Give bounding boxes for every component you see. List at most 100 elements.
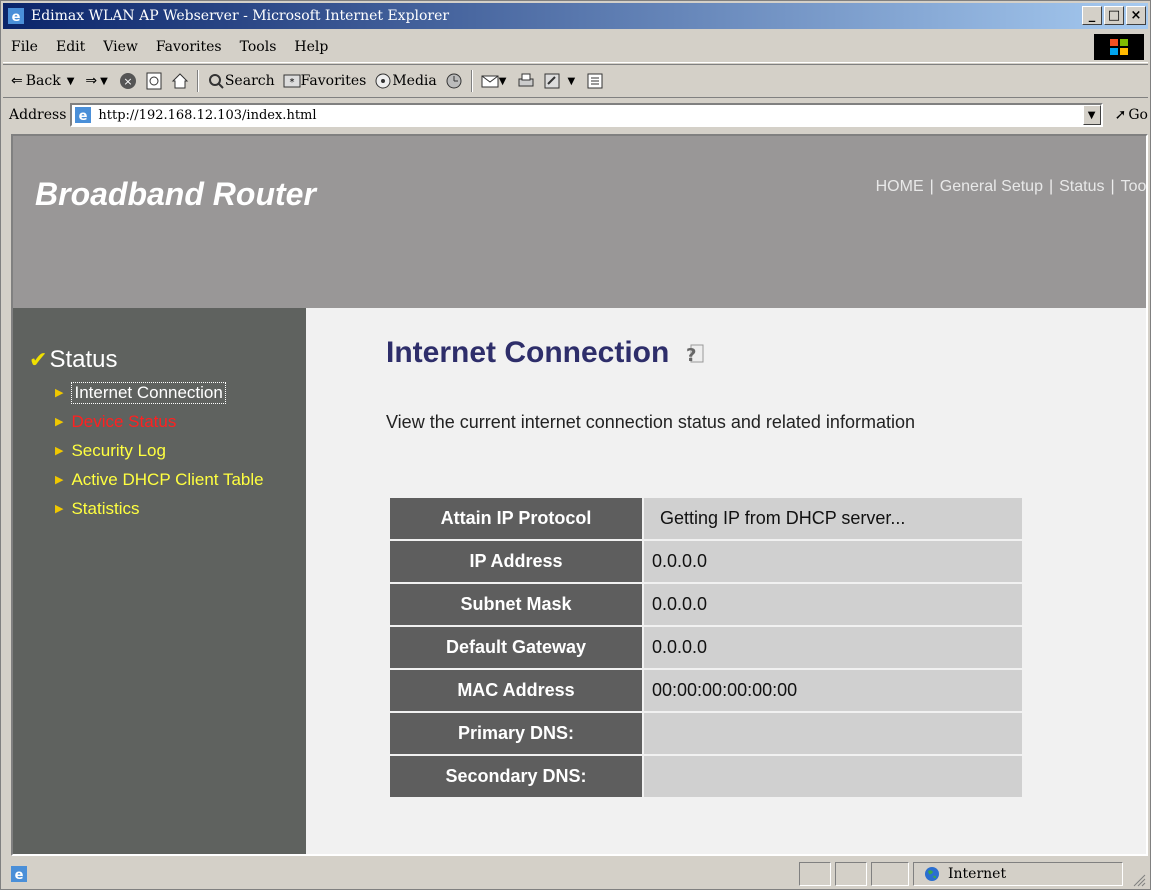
row-value <box>644 713 1022 754</box>
home-button[interactable] <box>171 72 189 90</box>
menu-favorites[interactable]: Favorites <box>156 39 222 55</box>
sidebar-item-internet-connection[interactable]: ▶ Internet Connection <box>55 378 264 407</box>
windows-logo-icon <box>1094 34 1144 60</box>
table-row: Secondary DNS: <box>390 756 1022 797</box>
sidebar-item-security-log[interactable]: ▶ Security Log <box>55 436 264 465</box>
home-icon <box>171 73 189 89</box>
refresh-icon <box>146 72 162 90</box>
stop-icon: × <box>119 73 136 89</box>
stop-button[interactable]: × <box>119 72 137 90</box>
row-value: 0.0.0.0 <box>644 584 1022 625</box>
row-value: 0.0.0.0 <box>644 627 1022 668</box>
discuss-icon <box>587 73 603 89</box>
table-row: MAC Address 00:00:00:00:00:00 <box>390 670 1022 711</box>
media-label: Media <box>392 73 437 89</box>
go-label: Go <box>1128 107 1148 123</box>
address-dropdown-button[interactable]: ▼ <box>1082 105 1101 125</box>
row-value: Getting IP from DHCP server... <box>644 498 1022 539</box>
zone-label: Internet <box>948 866 1007 882</box>
favorites-icon: * <box>283 74 301 88</box>
toolbar-separator <box>470 70 473 92</box>
menu-help[interactable]: Help <box>294 39 328 55</box>
close-button[interactable]: × <box>1126 6 1146 25</box>
connection-info-table: Attain IP Protocol Getting IP from DHCP … <box>388 496 1024 799</box>
back-arrow-icon: ⇐ <box>11 73 23 89</box>
discuss-button[interactable] <box>586 72 604 90</box>
address-input[interactable]: e http://192.168.12.103/index.html ▼ <box>70 103 1103 127</box>
triangle-right-icon: ▶ <box>55 502 64 515</box>
table-row: Primary DNS: <box>390 713 1022 754</box>
minimize-button[interactable]: _ <box>1082 6 1102 25</box>
mail-button[interactable]: ▼ <box>481 72 510 90</box>
page-viewport: Broadband Router HOME | General Setup | Stat… <box>11 134 1148 856</box>
menu-bar: File Edit View Favorites Tools Help <box>3 31 1148 63</box>
menu-tools[interactable]: Tools <box>240 39 277 55</box>
back-label: Back <box>25 73 61 89</box>
address-label: Address <box>9 107 67 123</box>
edit-icon <box>544 73 560 89</box>
history-icon <box>446 73 462 89</box>
edit-button[interactable]: ▼ <box>543 72 578 90</box>
menu-edit[interactable]: Edit <box>56 39 85 55</box>
svg-text:e: e <box>79 109 88 124</box>
svg-text:*: * <box>289 77 294 88</box>
row-key: Primary DNS: <box>390 713 642 754</box>
go-button[interactable]: ➚ Go <box>1115 107 1148 123</box>
nav-status[interactable]: Status <box>1059 178 1104 195</box>
favorites-label: Favorites <box>300 73 367 89</box>
status-panel <box>835 862 867 886</box>
sidebar: ✔ Status ▶ Internet Connection ▶ Device … <box>13 308 306 854</box>
media-button[interactable]: Media <box>374 72 437 90</box>
search-icon <box>208 74 224 89</box>
table-row: Default Gateway 0.0.0.0 <box>390 627 1022 668</box>
help-book-icon[interactable]: ? <box>679 341 705 365</box>
row-key: Default Gateway <box>390 627 642 668</box>
favorites-button[interactable]: * Favorites <box>283 72 367 90</box>
go-arrow-icon: ➚ <box>1114 107 1127 123</box>
sidebar-item-dhcp-client-table[interactable]: ▶ Active DHCP Client Table <box>55 465 264 494</box>
media-icon <box>375 73 391 89</box>
page-description: View the current internet connection sta… <box>386 412 915 432</box>
row-key: MAC Address <box>390 670 642 711</box>
chevron-down-icon: ▼ <box>567 75 576 87</box>
menu-file[interactable]: File <box>11 39 38 55</box>
maximize-button[interactable]: □ <box>1104 6 1124 25</box>
search-button[interactable]: Search <box>207 72 275 90</box>
nav-tool[interactable]: Tool <box>1121 178 1146 195</box>
sidebar-item-statistics[interactable]: ▶ Statistics <box>55 494 264 523</box>
page-icon: e <box>75 107 92 124</box>
search-label: Search <box>224 73 275 89</box>
svg-text:?: ? <box>686 345 696 365</box>
window-title: Edimax WLAN AP Webserver - Microsoft Int… <box>31 8 450 24</box>
toolbar: ⇐ Back ▼ ⇒ ▼ × Search * Favorites Media <box>3 64 1148 98</box>
triangle-right-icon: ▶ <box>55 473 64 486</box>
main-content: Internet Connection ? View the current i… <box>306 308 1146 854</box>
brand-title: Broadband Router <box>35 176 316 212</box>
sidebar-item-label: Active DHCP Client Table <box>71 469 264 489</box>
back-button[interactable]: ⇐ Back ▼ <box>11 73 77 89</box>
sidebar-item-device-status[interactable]: ▶ Device Status <box>55 407 264 436</box>
row-key: Subnet Mask <box>390 584 642 625</box>
printer-icon <box>518 73 534 87</box>
sidebar-item-label: Security Log <box>71 440 166 460</box>
chevron-down-icon: ▼ <box>498 75 507 87</box>
row-key: IP Address <box>390 541 642 582</box>
browser-window: e Edimax WLAN AP Webserver - Microsoft I… <box>0 0 1151 890</box>
nav-general-setup[interactable]: General Setup <box>940 178 1043 195</box>
svg-text:e: e <box>15 868 24 883</box>
print-button[interactable] <box>517 72 535 90</box>
page-header: Broadband Router HOME | General Setup | Stat… <box>13 136 1146 308</box>
nav-home[interactable]: HOME <box>876 178 924 195</box>
resize-grip-icon[interactable] <box>1130 871 1146 887</box>
table-row: Attain IP Protocol Getting IP from DHCP … <box>390 498 1022 539</box>
sidebar-item-label: Device Status <box>71 411 177 431</box>
sidebar-menu: ▶ Internet Connection ▶ Device Status ▶ … <box>55 378 264 523</box>
forward-button[interactable]: ⇒ ▼ <box>85 73 110 89</box>
sidebar-title-label: Status <box>49 346 118 373</box>
menu-view[interactable]: View <box>103 39 138 55</box>
chevron-down-icon: ▼ <box>66 75 75 87</box>
table-row: IP Address 0.0.0.0 <box>390 541 1022 582</box>
refresh-button[interactable] <box>145 72 163 90</box>
page-title-label: Internet Connection <box>386 336 670 369</box>
history-button[interactable] <box>445 72 463 90</box>
